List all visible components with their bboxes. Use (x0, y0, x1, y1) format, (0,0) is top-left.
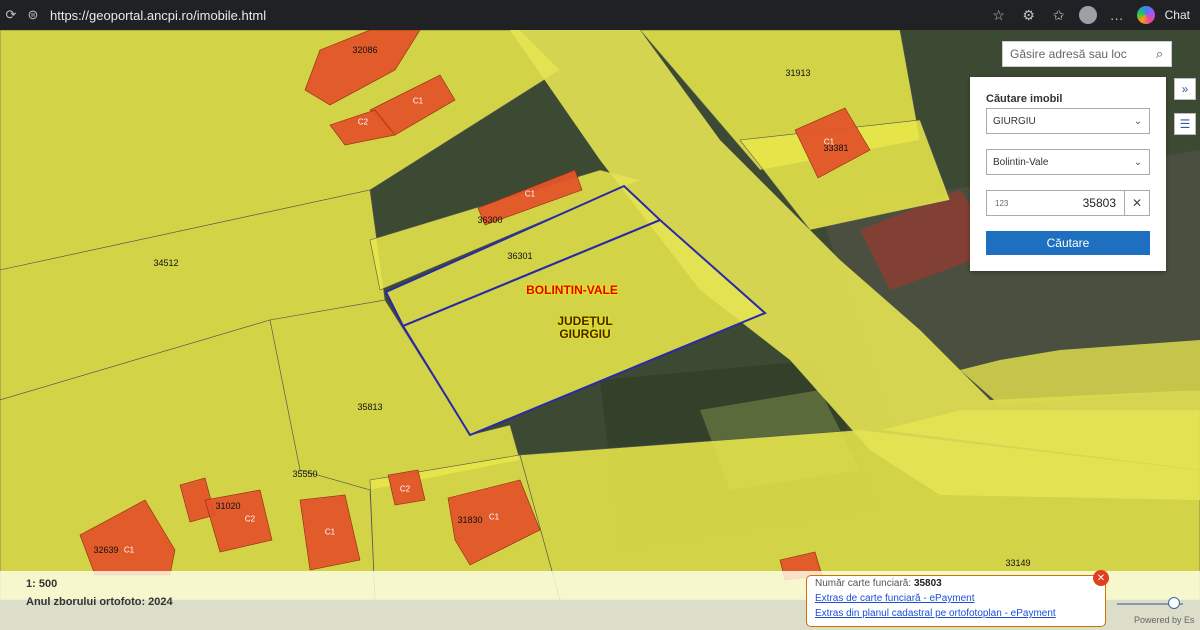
parcel-label: 31830 (457, 515, 483, 525)
search-icon[interactable]: ⌕ (1148, 46, 1171, 62)
opacity-slider-handle[interactable] (1168, 597, 1180, 609)
building-label: C1 (412, 96, 424, 106)
parcel-label: 31913 (785, 68, 811, 78)
building-label: C2 (399, 484, 411, 494)
building-label: C1 (524, 189, 536, 199)
number-hint: 123 (995, 198, 1009, 208)
parcel-label: 31020 (215, 501, 241, 511)
address-search: ⌕ (1002, 41, 1172, 67)
cadastral-plan-extract-link[interactable]: Extras din planul cadastral pe ortofotop… (815, 608, 1105, 619)
search-input[interactable] (1003, 46, 1148, 62)
parcel-label: 32639 (93, 545, 119, 555)
map-scale: 1: 500 (26, 578, 58, 590)
locality-label: BOLINTIN-VALE (526, 283, 618, 297)
chevron-down-icon: ⌄ (1133, 156, 1143, 168)
land-book-info-popup: Număr carte funciară: 35803 Extras de ca… (806, 575, 1106, 627)
favorite-star-icon[interactable]: ☆ (989, 5, 1009, 25)
expand-panel-button[interactable]: » (1174, 78, 1196, 100)
list-icon: ☰ (1179, 117, 1191, 131)
county-label: JUDEȚUL GIURGIU (557, 315, 612, 341)
chat-label[interactable]: Chat (1165, 8, 1190, 22)
property-number-value[interactable]: 35803 (1025, 196, 1124, 210)
building-label: C1 (488, 512, 500, 522)
county-value: GIURGIU (993, 115, 1036, 127)
parcel-label: 36300 (477, 215, 503, 225)
parcel-label: 34512 (153, 258, 179, 268)
land-book-value: 35803 (913, 578, 942, 589)
url-prefix: https:// (50, 7, 90, 23)
land-book-number: Număr carte funciară: 35803 (815, 578, 1105, 589)
parcel-label: 32086 (352, 45, 378, 55)
parcel-label: 36301 (507, 251, 533, 261)
reload-icon[interactable]: ⟳ (0, 4, 22, 26)
locality-value: Bolintin-Vale (993, 156, 1049, 168)
county-line2: GIURGIU (559, 327, 611, 341)
panel-title: Căutare imobil (986, 93, 1063, 105)
county-select[interactable]: GIURGIU ⌄ (986, 108, 1150, 134)
clear-icon[interactable]: ✕ (1124, 191, 1149, 215)
land-book-extract-link[interactable]: Extras de carte funciară - ePayment (815, 593, 1105, 604)
parcel-label: 33149 (1005, 558, 1031, 568)
address-bar[interactable]: https://geoportal.ancpi.ro/imobile.html (50, 8, 266, 23)
building-label: C2 (244, 514, 256, 524)
building-label: C1 (123, 545, 135, 555)
layer-list-button[interactable]: ☰ (1174, 113, 1196, 135)
close-icon[interactable]: ✕ (1093, 570, 1109, 586)
property-number-field[interactable]: 123 35803 ✕ (986, 190, 1150, 216)
locality-select[interactable]: Bolintin-Vale ⌄ (986, 149, 1150, 175)
browser-toolbar: ⟳ ⊜ https://geoportal.ancpi.ro/imobile.h… (0, 0, 1200, 30)
property-search-panel: Căutare imobil GIURGIU ⌄ Bolintin-Vale ⌄… (970, 77, 1166, 271)
site-info-icon[interactable]: ⊜ (22, 4, 44, 26)
extensions-icon[interactable]: ⚙ (1019, 5, 1039, 25)
more-menu-icon[interactable]: … (1107, 5, 1127, 25)
building-label: C1 (324, 527, 336, 537)
building-label: C2 (357, 117, 369, 127)
building-label: C1 (823, 137, 835, 147)
search-button[interactable]: Căutare (986, 231, 1150, 255)
parcel-label: 35813 (357, 402, 383, 412)
url-path: /imobile.html (193, 7, 267, 23)
copilot-icon[interactable] (1136, 6, 1155, 24)
ortho-year: Anul zborului ortofoto: 2024 (26, 596, 173, 608)
favorites-icon[interactable]: ✩ (1049, 5, 1069, 25)
powered-by: Powered by Es (1134, 615, 1195, 625)
land-book-label: Număr carte funciară: (815, 578, 912, 589)
url-host: geoportal.ancpi.ro (89, 7, 194, 23)
chevron-down-icon: ⌄ (1133, 115, 1143, 127)
parcel-label: 35550 (292, 469, 318, 479)
profile-avatar[interactable] (1078, 6, 1097, 24)
double-chevron-icon: » (1181, 82, 1189, 96)
